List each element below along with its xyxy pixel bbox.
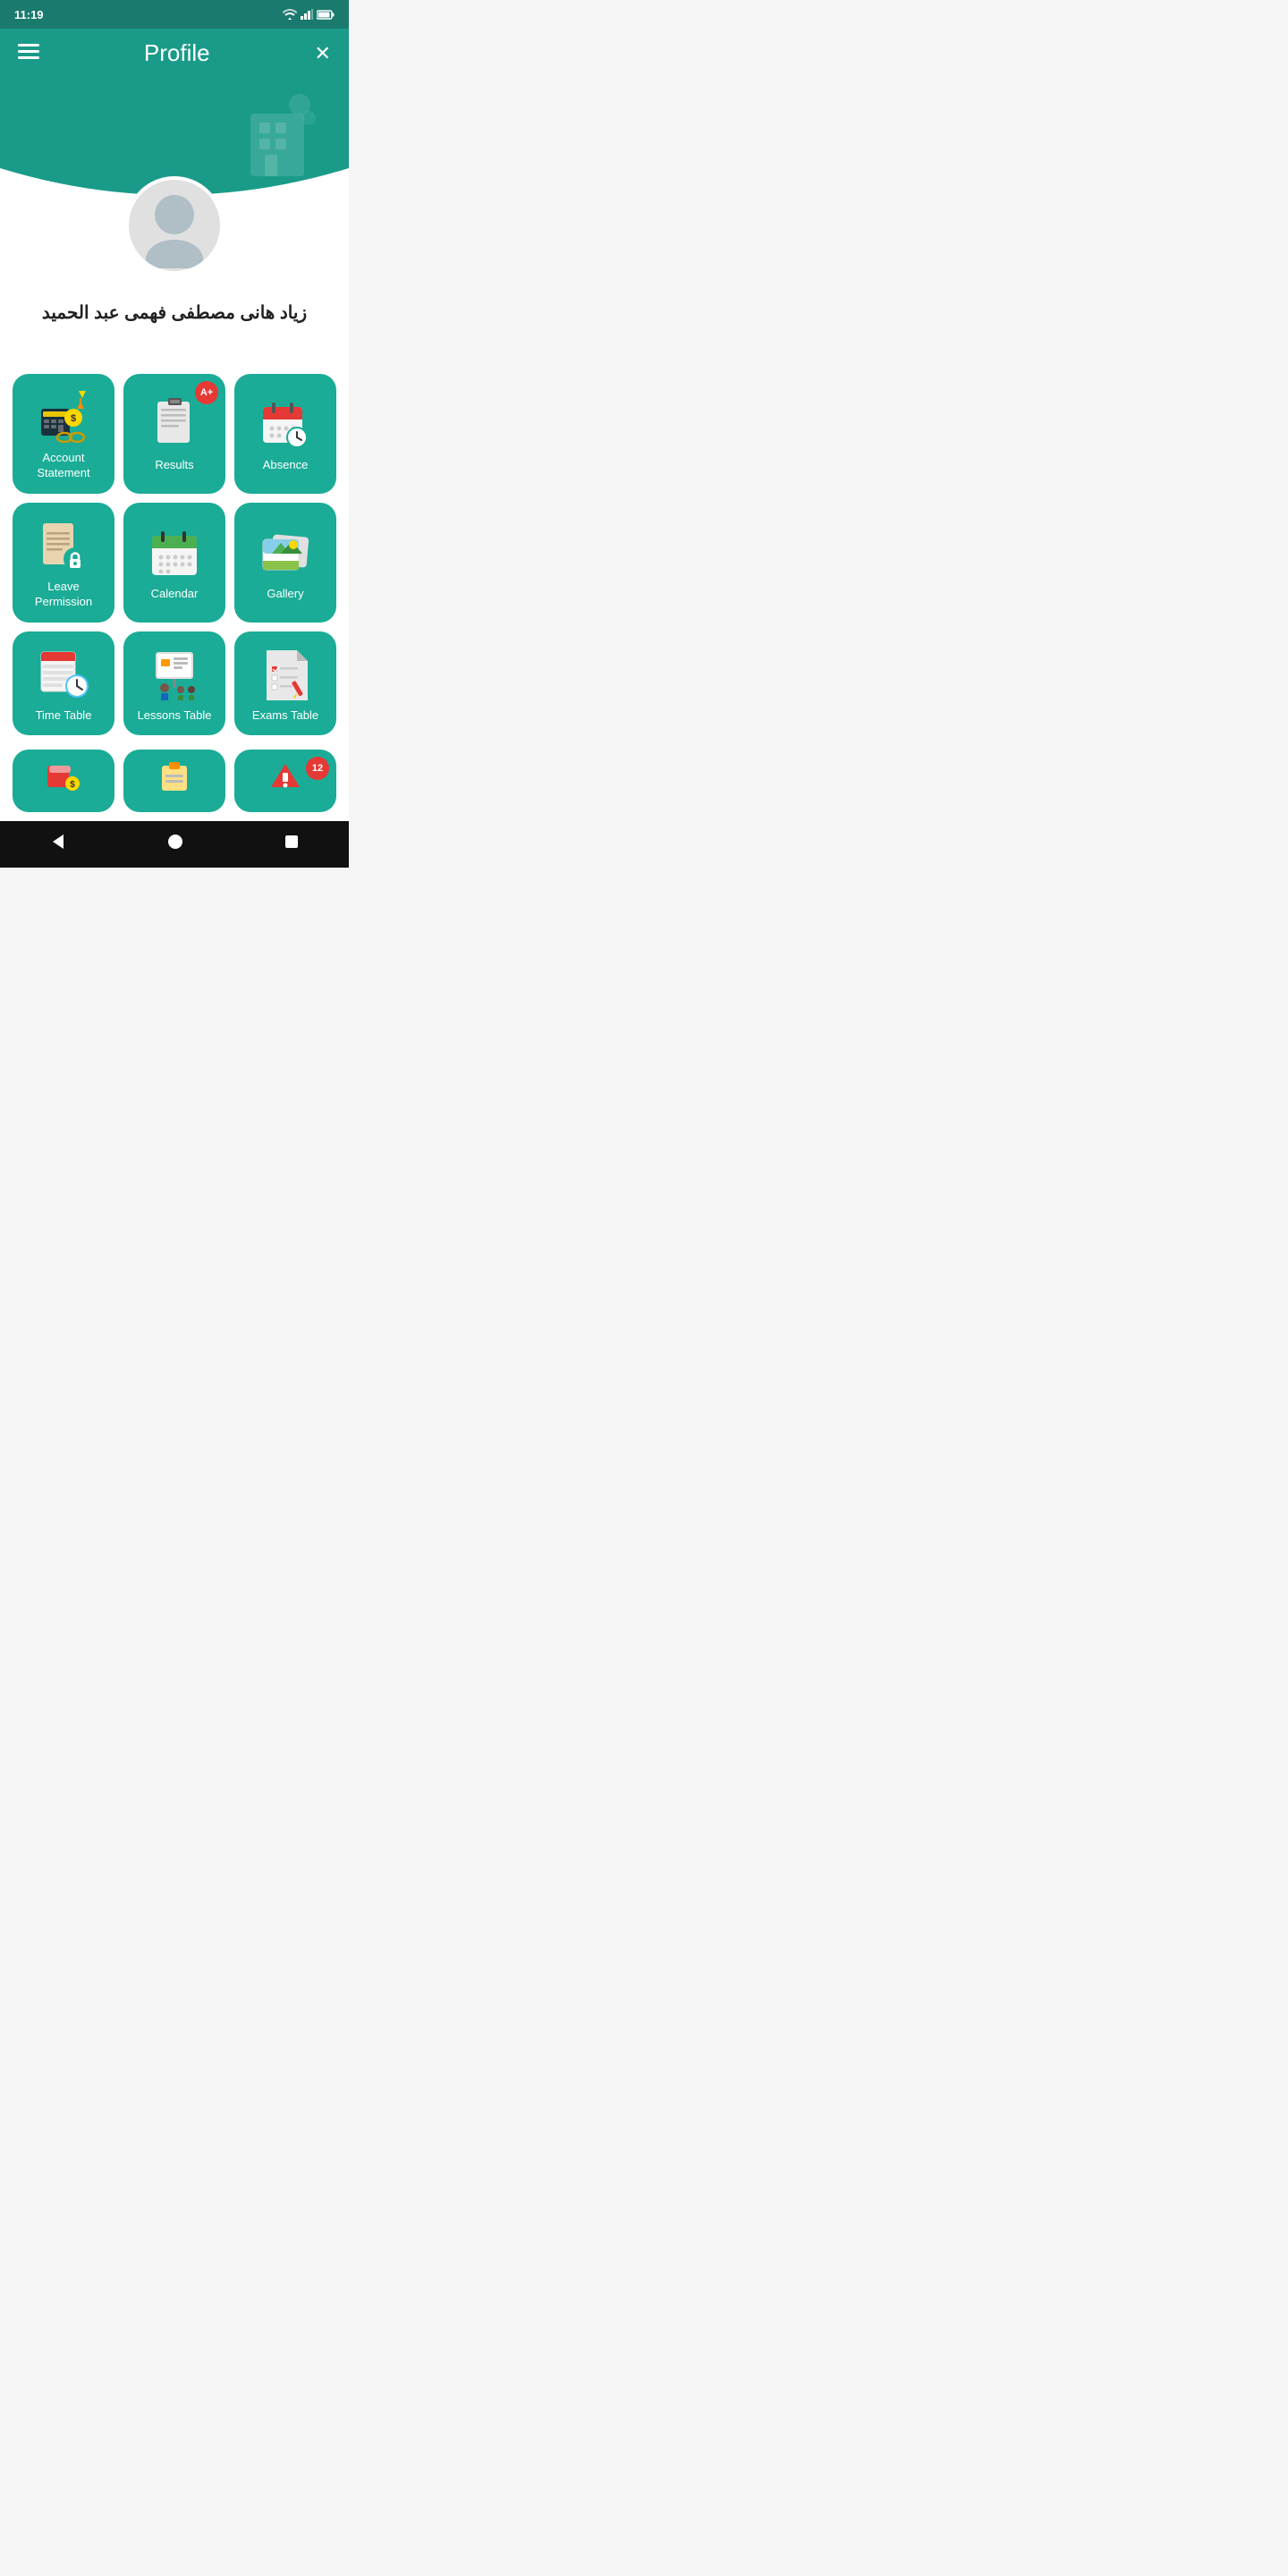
lessons-table-icon: [148, 648, 201, 701]
hero-section: [0, 78, 349, 221]
results-icon-svg: [150, 398, 199, 450]
hamburger-icon: [18, 44, 39, 60]
exams-table-item[interactable]: Exams Table: [234, 631, 336, 736]
lessons-icon-svg: [148, 648, 200, 700]
exams-icon-svg: [259, 648, 311, 700]
gallery-icon: [258, 526, 312, 580]
coins-icon: $: [46, 760, 81, 792]
account-statement-label: AccountStatement: [37, 451, 89, 481]
page-title: Profile: [144, 39, 210, 67]
calendar-icon-svg: [148, 527, 200, 579]
wifi-icon: [283, 9, 297, 20]
account-icon-svg: $: [38, 391, 89, 443]
time-table-icon: [37, 648, 90, 701]
partial-badge-12: 12: [306, 757, 329, 780]
recents-button[interactable]: [266, 828, 318, 860]
account-statement-icon: $: [37, 390, 90, 444]
partial-item-2[interactable]: [123, 750, 225, 812]
timetable-icon-svg: [38, 648, 89, 700]
partial-item-1[interactable]: $: [13, 750, 114, 812]
menu-button[interactable]: [18, 42, 39, 65]
close-button[interactable]: ✕: [315, 42, 331, 65]
status-icons: [283, 9, 335, 20]
avatar[interactable]: [125, 176, 224, 275]
calendar-item[interactable]: Calendar: [123, 503, 225, 623]
results-item[interactable]: A+ Results: [123, 374, 225, 494]
calendar-icon: [148, 526, 201, 580]
lessons-table-item[interactable]: Lessons Table: [123, 631, 225, 736]
lessons-table-label: Lessons Table: [138, 708, 212, 724]
notification-icon: [267, 760, 303, 792]
battery-icon: [317, 10, 335, 20]
svg-text:$: $: [71, 413, 76, 424]
results-label: Results: [155, 458, 193, 473]
exams-table-icon: [258, 648, 312, 701]
signal-icon: [301, 9, 313, 20]
gallery-icon-svg: [259, 527, 311, 579]
absence-icon-svg: [259, 398, 311, 450]
avatar-image: [134, 183, 215, 268]
gallery-label: Gallery: [267, 587, 303, 602]
gallery-item[interactable]: Gallery: [234, 503, 336, 623]
time-display: 11:19: [14, 8, 44, 21]
partial-item-3[interactable]: 12: [234, 750, 336, 812]
nav-bar: [0, 821, 349, 868]
user-name: زياد هانى مصطفى فهمى عبد الحميد: [0, 292, 349, 342]
status-bar: 11:19: [0, 0, 349, 29]
svg-text:$: $: [70, 780, 75, 790]
home-icon: [166, 833, 184, 851]
time-table-label: Time Table: [36, 708, 92, 724]
grid-container: $ AccountStatement A+: [13, 374, 336, 735]
leave-permission-item[interactable]: LeavePermission: [13, 503, 114, 623]
exams-table-label: Exams Table: [252, 708, 318, 724]
home-button[interactable]: [148, 827, 202, 861]
avatar-container: [125, 176, 224, 275]
clipboard-icon: [157, 760, 192, 792]
absence-icon: [258, 397, 312, 451]
back-button[interactable]: [31, 827, 85, 861]
app-header: Profile ✕: [0, 29, 349, 78]
results-icon: [148, 397, 201, 451]
leave-icon-svg: [38, 520, 89, 572]
results-badge: A+: [195, 381, 218, 404]
absence-item[interactable]: Absence: [234, 374, 336, 494]
grid-section: $ AccountStatement A+: [0, 360, 349, 750]
partial-items-row: $ 12: [0, 750, 349, 821]
leave-permission-icon: [37, 519, 90, 572]
recents-icon: [284, 834, 300, 850]
account-statement-item[interactable]: $ AccountStatement: [13, 374, 114, 494]
absence-label: Absence: [263, 458, 309, 473]
calendar-label: Calendar: [151, 587, 199, 602]
time-table-item[interactable]: Time Table: [13, 631, 114, 736]
leave-permission-label: LeavePermission: [35, 580, 92, 610]
back-icon: [49, 833, 67, 851]
